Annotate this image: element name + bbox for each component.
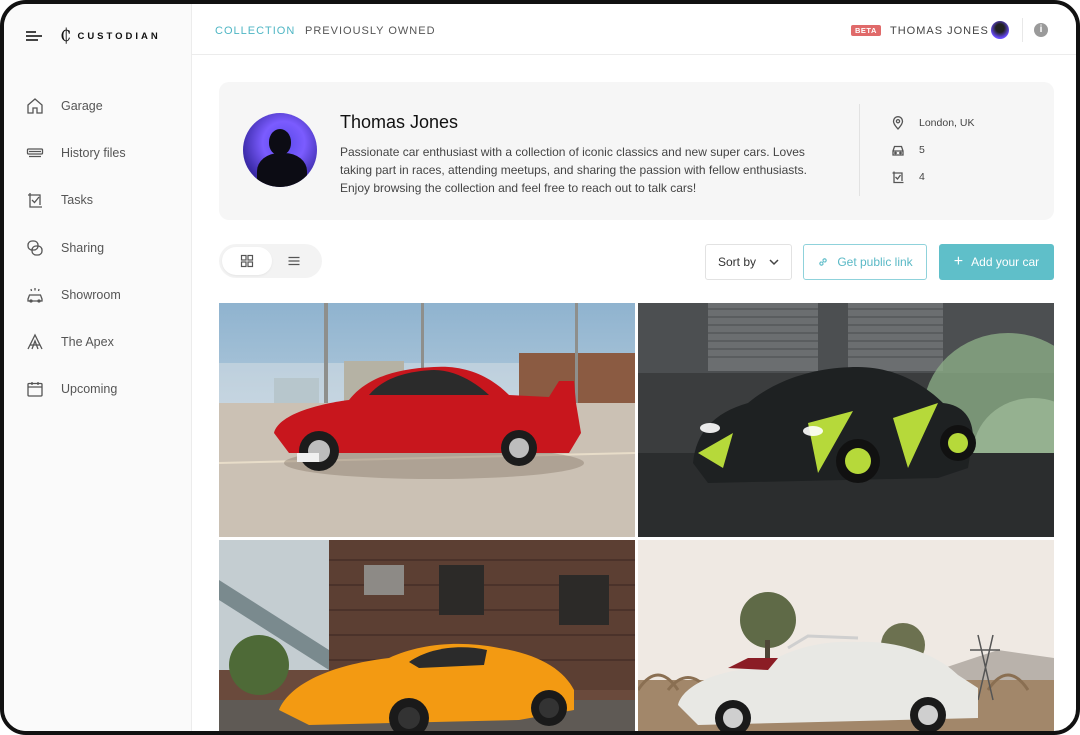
sidebar-item-label: Sharing [61, 240, 105, 255]
red-porsche-photo[interactable] [219, 303, 635, 537]
tab-previously-owned[interactable]: PREVIOUSLY OWNED [305, 25, 436, 37]
sidebar-item-label: History files [61, 145, 126, 160]
info-icon[interactable]: i [1034, 23, 1048, 37]
logo-mark: ₵ [60, 25, 72, 46]
apex-icon [27, 333, 43, 350]
get-public-link-button[interactable]: Get public link [803, 244, 927, 280]
calendar-icon [27, 382, 43, 398]
menu-icon[interactable] [26, 30, 42, 42]
user-name[interactable]: THOMAS JONES [890, 25, 989, 37]
sort-by-dropdown[interactable]: Sort by [705, 244, 792, 280]
tasks-icon [28, 193, 42, 208]
white-speedster-photo[interactable] [638, 540, 1054, 731]
sidebar: ₵ CUSTODIAN Garage History files Tasks S… [4, 4, 192, 731]
sidebar-item-tasks[interactable]: Tasks [4, 177, 192, 224]
car-icon [892, 145, 904, 156]
tasks-count: 4 [919, 171, 925, 183]
profile-bio: Passionate car enthusiast with a collect… [340, 145, 807, 195]
add-car-label: Add your car [971, 255, 1040, 269]
list-icon [288, 256, 300, 266]
chevron-down-icon [769, 259, 779, 266]
sort-by-label: Sort by [718, 255, 757, 269]
divider [859, 104, 860, 196]
grid-icon [240, 254, 254, 268]
sharing-icon [27, 239, 43, 256]
location-pin-icon [892, 116, 904, 130]
add-car-button[interactable]: + Add your car [939, 244, 1054, 280]
profile-location: London, UK [891, 116, 974, 130]
history-files-icon [26, 148, 44, 158]
profile-card: Thomas Jones Passionate car enthusiast w… [219, 82, 1054, 220]
sidebar-item-garage[interactable]: Garage [4, 82, 192, 129]
get-public-link-label: Get public link [837, 255, 913, 269]
sidebar-item-sharing[interactable]: Sharing [4, 224, 192, 271]
sidebar-item-upcoming[interactable]: Upcoming [4, 366, 192, 413]
profile-tasks-count: 4 [891, 170, 925, 184]
list-view-button[interactable] [269, 247, 319, 275]
top-bar: COLLECTION PREVIOUSLY OWNED BETA THOMAS … [192, 4, 1076, 55]
tab-collection[interactable]: COLLECTION [215, 25, 295, 37]
beta-badge: BETA [851, 25, 881, 36]
sidebar-nav: Garage History files Tasks Sharing Showr… [4, 82, 192, 413]
sidebar-item-label: Upcoming [61, 382, 118, 397]
sidebar-item-label: Showroom [61, 287, 121, 302]
profile-avatar [243, 113, 317, 187]
app-window: ₵ CUSTODIAN Garage History files Tasks S… [0, 0, 1080, 735]
brand: ₵ CUSTODIAN [26, 24, 161, 48]
green-gtr-photo[interactable] [638, 303, 1054, 537]
showroom-icon [27, 287, 43, 303]
sidebar-item-label: Tasks [61, 193, 93, 208]
plus-icon: + [953, 253, 964, 270]
home-icon [27, 97, 43, 114]
grid-view-button[interactable] [222, 247, 272, 275]
user-avatar[interactable] [991, 21, 1009, 39]
tasks-icon [892, 171, 904, 184]
sidebar-item-label: Garage [61, 98, 103, 113]
divider [1022, 18, 1023, 42]
view-toggle [219, 244, 322, 278]
location-text: London, UK [919, 117, 975, 129]
profile-cars-count: 5 [891, 143, 925, 157]
sidebar-item-the-apex[interactable]: The Apex [4, 318, 192, 365]
sidebar-item-history-files[interactable]: History files [4, 129, 192, 176]
sidebar-item-label: The Apex [61, 335, 114, 350]
orange-mclaren-photo[interactable] [219, 540, 635, 731]
profile-name: Thomas Jones [340, 112, 459, 132]
sidebar-item-showroom[interactable]: Showroom [4, 271, 192, 318]
brand-name[interactable]: CUSTODIAN [77, 31, 160, 42]
cars-count: 5 [919, 144, 925, 156]
link-icon [819, 258, 828, 266]
